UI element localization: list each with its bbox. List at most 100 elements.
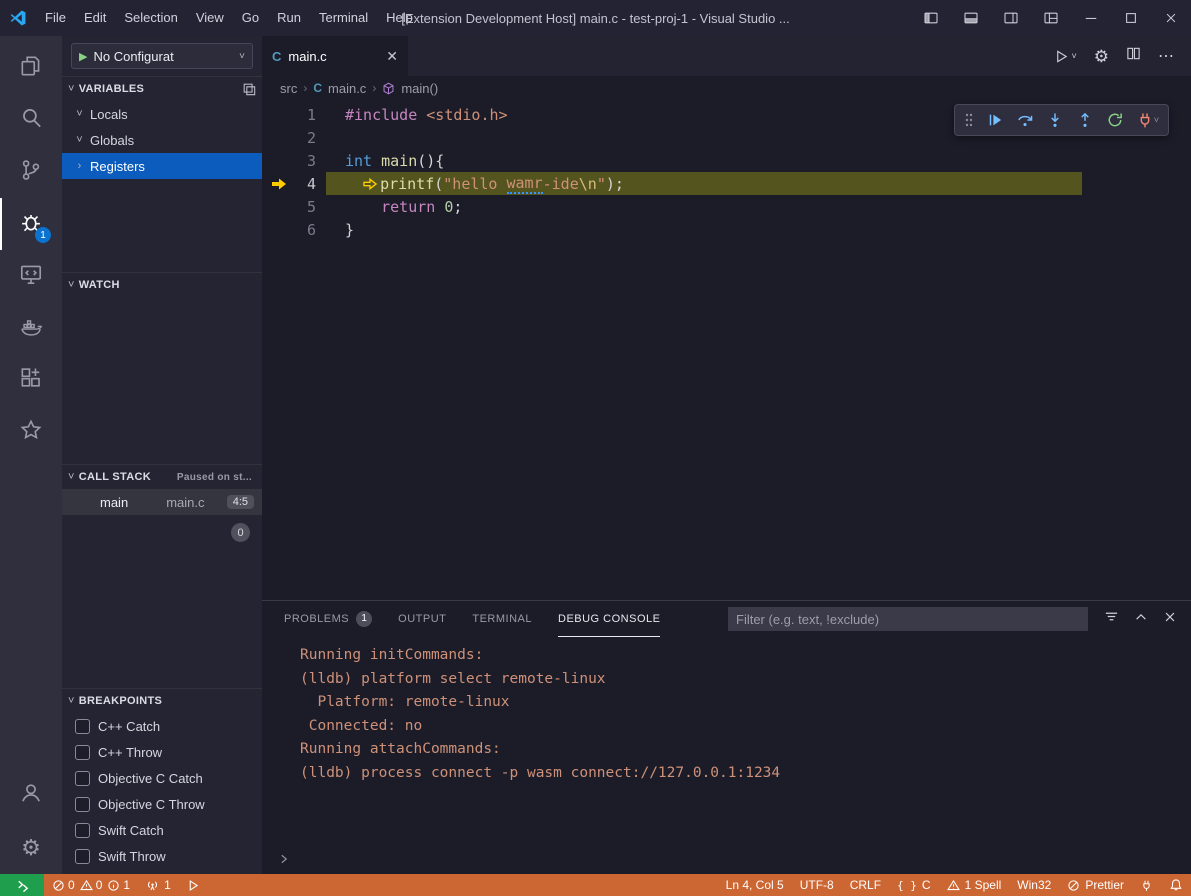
checkbox[interactable]	[75, 823, 90, 838]
checkbox[interactable]	[75, 719, 90, 734]
debug-current-line-arrow-icon	[271, 177, 287, 191]
maximize-panel-button[interactable]	[1134, 610, 1148, 629]
toolbar-drag-handle[interactable]	[964, 112, 974, 128]
menu-selection[interactable]: Selection	[115, 0, 186, 36]
disconnect-button[interactable]: ˅	[1136, 111, 1159, 129]
close-button[interactable]	[1151, 0, 1191, 36]
activity-extensions[interactable]	[0, 354, 62, 406]
step-into-button[interactable]	[1046, 111, 1064, 129]
checkbox[interactable]	[75, 797, 90, 812]
menu-terminal[interactable]: Terminal	[310, 0, 377, 36]
toggle-sidebar-icon[interactable]	[911, 0, 951, 36]
start-debug-icon[interactable]: ▶	[79, 50, 87, 63]
line-number[interactable]: 5	[262, 198, 316, 216]
split-editor-button[interactable]	[1126, 46, 1141, 66]
line-number[interactable]: 6	[262, 221, 316, 239]
step-out-button[interactable]	[1076, 111, 1094, 129]
activity-explorer[interactable]	[0, 42, 62, 94]
breakpoint-item[interactable]: Swift Catch	[62, 817, 262, 843]
platform-status[interactable]: Win32	[1009, 874, 1059, 896]
tab-output[interactable]: OUTPUT	[398, 602, 446, 637]
watch-header[interactable]: ˅ WATCH	[62, 273, 262, 297]
maximize-button[interactable]	[1111, 0, 1151, 36]
breakpoints-header[interactable]: ˅ BREAKPOINTS	[62, 689, 262, 713]
toggle-panel-icon[interactable]	[951, 0, 991, 36]
variables-item-registers[interactable]: ›Registers	[62, 153, 262, 179]
activity-settings[interactable]: ⚙	[0, 822, 62, 874]
panel-header: PROBLEMS 1 OUTPUT TERMINAL DEBUG CONSOLE	[262, 601, 1191, 637]
debug-status[interactable]	[179, 874, 208, 896]
stack-frame-row[interactable]: main main.c 4:5	[62, 489, 262, 515]
spell-status[interactable]: 1 Spell	[939, 874, 1010, 896]
activity-search[interactable]	[0, 94, 62, 146]
editor[interactable]: ˅ 1#include <stdio.h>23int main(){4 prin…	[262, 100, 1191, 600]
activity-run-debug[interactable]: 1	[0, 198, 62, 250]
minimize-button[interactable]	[1071, 0, 1111, 36]
activity-docker[interactable]	[0, 302, 62, 354]
console-line: (lldb) process connect -p wasm connect:/…	[300, 762, 1191, 786]
eol-status[interactable]: CRLF	[842, 874, 889, 896]
extension-plug-status[interactable]	[1132, 874, 1161, 896]
close-icon[interactable]: ✕	[386, 48, 398, 65]
activity-remote-explorer[interactable]	[0, 250, 62, 302]
panel-view-icon[interactable]	[242, 82, 256, 96]
more-actions-button[interactable]: ⋯	[1158, 46, 1175, 66]
menu-run[interactable]: Run	[268, 0, 310, 36]
remote-indicator[interactable]	[0, 874, 44, 896]
tab-debug-console[interactable]: DEBUG CONSOLE	[558, 602, 660, 637]
checkbox[interactable]	[75, 745, 90, 760]
line-number[interactable]: 3	[262, 152, 316, 170]
console-filter-input[interactable]	[728, 607, 1088, 631]
breadcrumb-src[interactable]: src	[280, 81, 297, 96]
tab-terminal[interactable]: TERMINAL	[472, 602, 532, 637]
step-over-button[interactable]	[1016, 111, 1034, 129]
settings-gear-button[interactable]: ⚙	[1094, 48, 1109, 65]
restart-button[interactable]	[1106, 111, 1124, 129]
line-number[interactable]: 1	[262, 106, 316, 124]
menu-view[interactable]: View	[187, 0, 233, 36]
chevron-down-icon: ˅	[68, 83, 75, 95]
session-count-badge: 0	[231, 523, 250, 542]
panel-tab-label: DEBUG CONSOLE	[558, 613, 660, 625]
close-panel-button[interactable]	[1163, 610, 1177, 629]
breakpoint-item[interactable]: C++ Catch	[62, 713, 262, 739]
cursor-position[interactable]: Ln 4, Col 5	[718, 874, 792, 896]
chevron-right-icon	[278, 853, 290, 865]
breakpoint-item[interactable]: C++ Throw	[62, 739, 262, 765]
problems-status[interactable]: 0 0 1	[44, 874, 138, 896]
activity-source-control[interactable]	[0, 146, 62, 198]
tab-problems[interactable]: PROBLEMS 1	[284, 602, 372, 637]
encoding-status[interactable]: UTF-8	[792, 874, 842, 896]
menu-file[interactable]: File	[36, 0, 75, 36]
launch-config-dropdown[interactable]: ▶ No Configurat ˅	[71, 43, 253, 69]
callstack-header[interactable]: ˅ CALL STACK Paused on st...	[62, 465, 262, 489]
breadcrumb-symbol[interactable]: main()	[401, 81, 438, 96]
breakpoint-item[interactable]: Objective C Throw	[62, 791, 262, 817]
breadcrumb-file[interactable]: main.c	[328, 81, 366, 96]
line-number[interactable]: 2	[262, 129, 316, 147]
menu-go[interactable]: Go	[233, 0, 268, 36]
variables-header[interactable]: ˅ VARIABLES	[62, 77, 262, 101]
checkbox[interactable]	[75, 849, 90, 864]
debug-console-output[interactable]: Running initCommands:(lldb) platform sel…	[262, 637, 1191, 844]
activity-favorites[interactable]	[0, 406, 62, 458]
formatter-status[interactable]: Prettier	[1059, 874, 1132, 896]
notifications-status[interactable]	[1161, 874, 1191, 896]
breakpoint-item[interactable]: Objective C Catch	[62, 765, 262, 791]
status-right: Ln 4, Col 5 UTF-8 CRLF { } C 1 Spell Win…	[718, 874, 1191, 896]
breakpoint-item[interactable]: Swift Throw	[62, 843, 262, 869]
menu-edit[interactable]: Edit	[75, 0, 115, 36]
customize-layout-icon[interactable]	[1031, 0, 1071, 36]
run-file-button[interactable]: ˅	[1054, 49, 1076, 64]
continue-button[interactable]	[986, 111, 1004, 129]
ports-status[interactable]: 1	[138, 874, 179, 896]
console-options-button[interactable]	[1104, 609, 1119, 629]
language-status[interactable]: { } C	[889, 874, 939, 896]
variables-item-globals[interactable]: ˅Globals	[62, 127, 262, 153]
checkbox[interactable]	[75, 771, 90, 786]
variables-item-locals[interactable]: ˅Locals	[62, 101, 262, 127]
toggle-secondary-sidebar-icon[interactable]	[991, 0, 1031, 36]
activity-account[interactable]	[0, 770, 62, 822]
console-input-row[interactable]	[262, 844, 1191, 874]
tab-main-c[interactable]: C main.c ✕	[262, 36, 408, 76]
